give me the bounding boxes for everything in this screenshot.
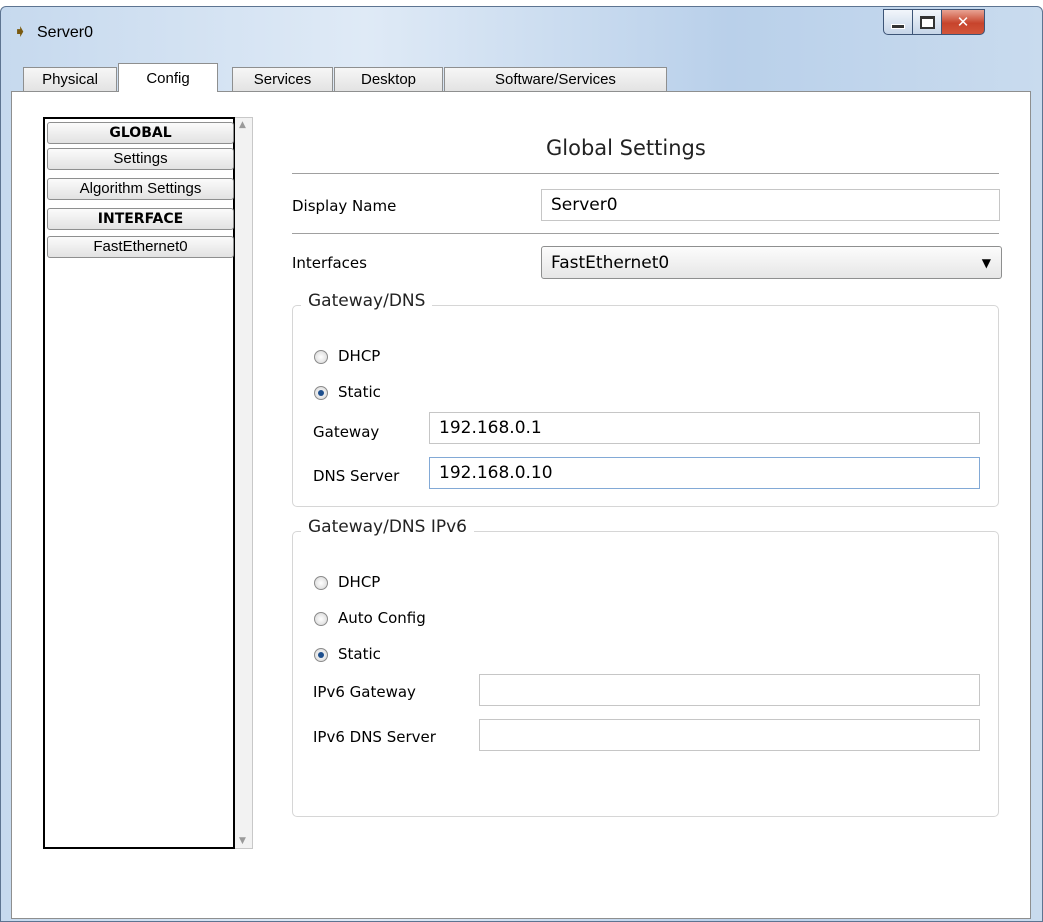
chevron-down-icon: ▼ [981, 256, 991, 270]
ipv6-auto-config-radio[interactable] [314, 612, 328, 626]
display-name-input[interactable] [541, 189, 1000, 221]
ipv6-dns-server-label: IPv6 DNS Server [313, 728, 436, 746]
interfaces-select[interactable]: FastEthernet0 ▼ [541, 246, 1002, 279]
window-title: Server0 [37, 24, 94, 41]
divider [292, 173, 999, 174]
server-icon: ➧ [13, 22, 28, 42]
maximize-button[interactable] [912, 9, 942, 35]
tab-config[interactable]: Config [118, 63, 218, 92]
gateway-static-radio[interactable] [314, 386, 328, 400]
divider [292, 233, 999, 234]
display-name-label: Display Name [292, 197, 397, 215]
scroll-down-icon[interactable]: ▼ [239, 836, 246, 846]
config-panel: GLOBAL Settings Algorithm Settings INTER… [11, 91, 1031, 919]
application-window: ➧ Server0 ✕ Physical Config Services Des… [0, 6, 1043, 922]
sidebar-item-interface[interactable]: INTERFACE [47, 208, 234, 230]
maximize-icon [919, 15, 935, 29]
dns-server-input[interactable] [429, 457, 980, 489]
gateway-dns-title: Gateway/DNS [301, 291, 433, 311]
sidebar-scrollbar[interactable]: ▲ ▼ [235, 117, 253, 849]
tab-services[interactable]: Services [232, 67, 333, 91]
ipv6-dhcp-radio[interactable] [314, 576, 328, 590]
gateway-dns-group: Gateway/DNS DHCP Static Gateway DNS Serv… [292, 291, 999, 507]
gateway-dhcp-radio[interactable] [314, 350, 328, 364]
gateway-label: Gateway [313, 423, 380, 441]
gateway-dhcp-label: DHCP [338, 347, 381, 365]
tab-desktop[interactable]: Desktop [334, 67, 443, 91]
tab-software-services[interactable]: Software/Services [444, 67, 667, 91]
tab-physical[interactable]: Physical [23, 67, 117, 91]
tab-bar: Physical Config Services Desktop Softwar… [9, 63, 1031, 92]
close-icon: ✕ [956, 13, 970, 31]
ipv6-static-label: Static [338, 645, 381, 663]
interfaces-label: Interfaces [292, 254, 367, 272]
ipv6-gateway-label: IPv6 Gateway [313, 683, 416, 701]
ipv6-gateway-input[interactable] [479, 674, 980, 706]
title-bar[interactable]: ➧ Server0 ✕ [1, 7, 1042, 53]
minimize-icon [891, 23, 905, 29]
gateway-static-label: Static [338, 383, 381, 401]
gateway-dns-ipv6-group: Gateway/DNS IPv6 DHCP Auto Config Static… [292, 517, 999, 817]
ipv6-dhcp-label: DHCP [338, 573, 381, 591]
interfaces-select-value: FastEthernet0 [551, 253, 670, 273]
ipv6-dns-server-input[interactable] [479, 719, 980, 751]
page-title: Global Settings [546, 136, 706, 160]
gateway-dns-ipv6-title: Gateway/DNS IPv6 [301, 517, 474, 537]
sidebar-item-settings[interactable]: Settings [47, 148, 234, 170]
minimize-button[interactable] [883, 9, 913, 35]
close-button[interactable]: ✕ [941, 9, 985, 35]
sidebar-item-algorithm-settings[interactable]: Algorithm Settings [47, 178, 234, 200]
ipv6-static-radio[interactable] [314, 648, 328, 662]
dns-server-label: DNS Server [313, 467, 400, 485]
sidebar-item-global[interactable]: GLOBAL [47, 122, 234, 144]
sidebar: GLOBAL Settings Algorithm Settings INTER… [43, 117, 235, 849]
ipv6-auto-config-label: Auto Config [338, 609, 426, 627]
sidebar-item-fastethernet0[interactable]: FastEthernet0 [47, 236, 234, 258]
gateway-input[interactable] [429, 412, 980, 444]
scroll-up-icon[interactable]: ▲ [239, 120, 246, 130]
